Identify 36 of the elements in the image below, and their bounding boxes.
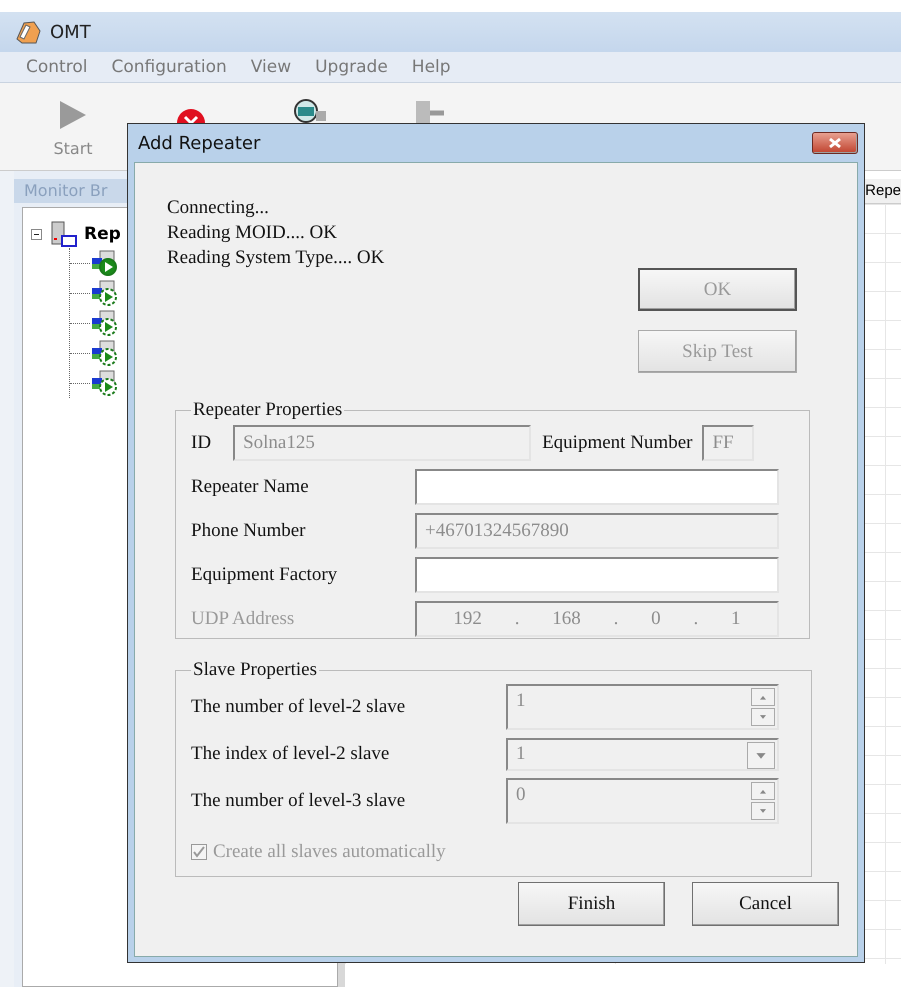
group-title: Slave Properties [192, 659, 318, 681]
node-icon[interactable] [90, 339, 120, 367]
close-icon [827, 137, 843, 149]
field-label: UDP Address [191, 608, 296, 630]
input-field[interactable] [415, 557, 779, 593]
node-icon[interactable] [90, 309, 120, 337]
field-label: The number of level-2 slave [191, 696, 406, 718]
toolbar-label[interactable]: Start [53, 139, 93, 158]
window-title: OMT [50, 22, 91, 42]
running-node-icon[interactable] [90, 249, 120, 277]
field-label: Repeater Name [191, 476, 310, 498]
status-line: Reading MOID.... OK [167, 221, 338, 245]
menu-item[interactable]: Help [412, 57, 451, 77]
node-icon[interactable] [90, 369, 120, 397]
collapse-toggle-icon[interactable] [31, 228, 42, 240]
dialog-button[interactable]: Cancel [692, 882, 839, 926]
field-label: The number of level-3 slave [191, 790, 406, 812]
status-line: Reading System Type.... OK [167, 246, 386, 270]
field-label: Equipment Factory [191, 564, 338, 586]
group-title: Repeater Properties [192, 399, 344, 421]
dialog-title: Add Repeater [138, 132, 260, 154]
close-button[interactable] [812, 132, 858, 154]
dialog-button[interactable]: Finish [518, 882, 665, 926]
field-label: Equipment Number [542, 432, 692, 454]
tree-item[interactable]: Rep [84, 224, 121, 244]
field-label: The index of level-2 slave [191, 743, 390, 765]
menu-item[interactable]: View [250, 57, 292, 77]
field-label: ID [191, 432, 212, 454]
menu-item[interactable]: Configuration [111, 57, 227, 77]
app-logo-icon [14, 19, 42, 45]
menu-item[interactable]: Upgrade [315, 57, 388, 77]
input-field[interactable] [415, 469, 779, 505]
node-icon[interactable] [90, 279, 120, 307]
column-header: Repe [865, 181, 901, 201]
field-label: Phone Number [191, 520, 307, 542]
menu-item[interactable]: Control [26, 57, 88, 77]
